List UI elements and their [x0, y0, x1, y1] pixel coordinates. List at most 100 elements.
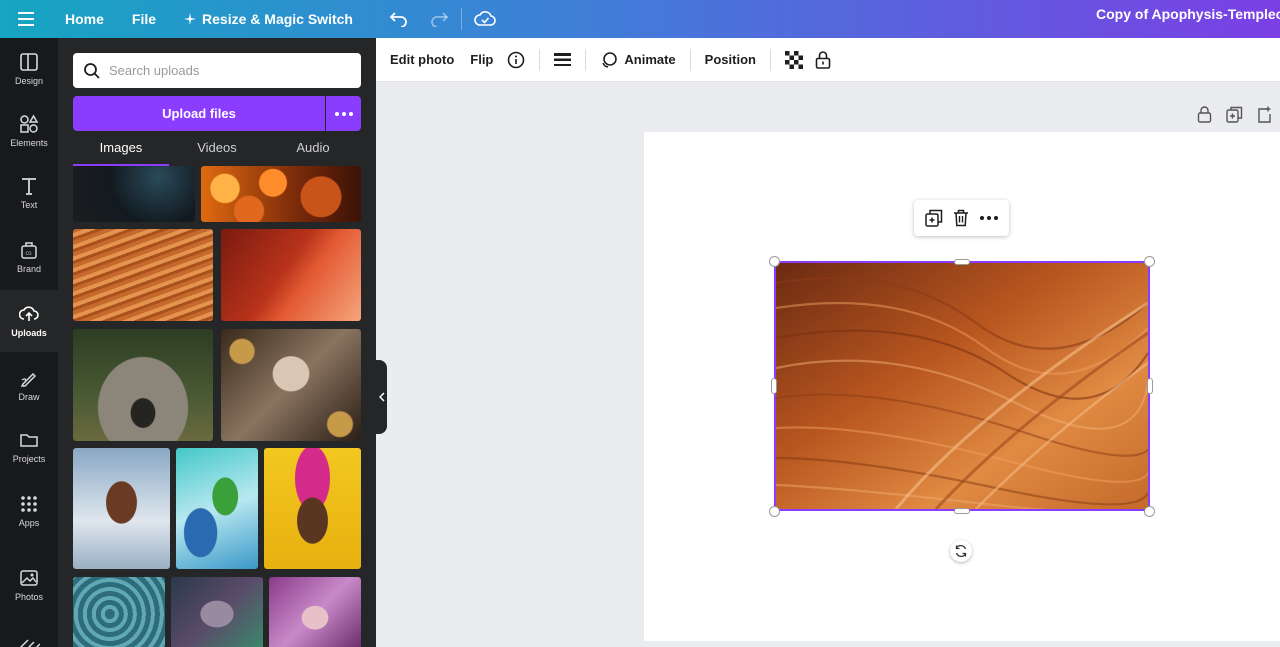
lock-icon[interactable]	[1197, 106, 1212, 123]
rail-item-text[interactable]: Text	[0, 162, 58, 224]
home-button[interactable]: Home	[65, 11, 104, 27]
search-box[interactable]	[73, 53, 361, 88]
border-lines-icon	[554, 52, 572, 66]
rail-label-projects: Projects	[12, 454, 46, 464]
cloud-check-icon	[474, 11, 496, 26]
rail-more-icon[interactable]	[18, 636, 40, 647]
upload-cloud-icon	[19, 306, 39, 321]
rail-label-design: Design	[14, 76, 43, 86]
upload-thumbnail[interactable]	[73, 577, 165, 647]
resize-handle-top[interactable]	[954, 259, 970, 265]
rotate-handle[interactable]	[950, 540, 972, 562]
upload-files-button[interactable]: Upload files	[73, 96, 325, 131]
document-title[interactable]: Copy of Apophysis-TempleofRo	[1096, 0, 1280, 38]
toolbar-divider	[769, 48, 771, 71]
duplicate-page-icon[interactable]	[1226, 106, 1243, 123]
upload-thumbnail[interactable]	[171, 577, 263, 647]
hamburger-menu-button[interactable]	[0, 0, 52, 38]
rail-item-elements[interactable]: Elements	[0, 100, 58, 162]
media-tabs: Images Videos Audio	[73, 136, 361, 166]
resize-handle-bottom[interactable]	[954, 508, 970, 514]
upload-more-button[interactable]	[326, 96, 361, 131]
resize-handle-top-left[interactable]	[769, 256, 780, 267]
resize-handle-right[interactable]	[1147, 378, 1153, 394]
upload-thumbnail[interactable]	[264, 448, 361, 569]
toolbar-divider	[539, 48, 541, 71]
tab-images[interactable]: Images	[73, 136, 169, 166]
undo-button[interactable]	[389, 11, 409, 27]
animate-button[interactable]: Animate	[600, 51, 676, 69]
more-dots-icon[interactable]	[979, 216, 998, 220]
toolbar-divider	[585, 48, 587, 71]
upload-thumbnail[interactable]	[221, 229, 361, 321]
upload-thumbnail[interactable]	[201, 166, 361, 222]
rotate-icon	[955, 544, 967, 558]
resize-button[interactable]: Resize & Magic Switch	[184, 11, 353, 27]
page-tools	[1197, 106, 1271, 123]
upload-thumbnail[interactable]	[221, 329, 361, 441]
rail-item-brand[interactable]: CO. Brand	[0, 226, 58, 288]
brand-icon: CO.	[21, 242, 37, 259]
top-bar: Home File Resize & Magic Switch Copy of …	[0, 0, 1280, 38]
resize-handle-bottom-right[interactable]	[1144, 506, 1155, 517]
rail-label-text: Text	[20, 200, 38, 210]
lock-icon	[815, 50, 831, 69]
upload-thumbnail[interactable]	[73, 166, 195, 222]
redo-button[interactable]	[429, 11, 449, 27]
rail-item-apps[interactable]: Apps	[0, 480, 58, 542]
duplicate-icon[interactable]	[925, 209, 943, 227]
topbar-divider	[460, 8, 462, 30]
rail-item-uploads[interactable]: Uploads	[0, 290, 58, 352]
rail-label-uploads: Uploads	[11, 328, 47, 338]
info-icon	[508, 51, 525, 68]
panel-collapse-button[interactable]	[376, 360, 387, 434]
image-icon	[20, 570, 38, 586]
animate-icon	[602, 51, 618, 68]
tab-audio[interactable]: Audio	[265, 136, 361, 166]
resize-label: Resize & Magic Switch	[202, 11, 353, 27]
more-dots-icon	[334, 111, 353, 116]
apps-grid-icon	[21, 496, 37, 512]
text-icon	[22, 178, 36, 195]
selected-canyon-image[interactable]	[774, 261, 1150, 511]
info-button[interactable]	[507, 51, 525, 69]
layout-icon	[20, 53, 38, 71]
pen-icon	[20, 372, 37, 387]
rail-item-draw[interactable]: Draw	[0, 354, 58, 416]
transparency-button[interactable]	[784, 50, 803, 69]
cloud-save-button[interactable]	[474, 10, 496, 28]
add-page-icon[interactable]	[1257, 106, 1271, 123]
upload-thumbnail[interactable]	[269, 577, 361, 647]
hamburger-icon	[18, 12, 34, 26]
edit-photo-button[interactable]: Edit photo	[390, 52, 454, 67]
position-button[interactable]: Position	[705, 52, 756, 67]
transparency-checker-icon	[784, 50, 803, 69]
resize-handle-top-right[interactable]	[1144, 256, 1155, 267]
element-action-bar	[914, 200, 1009, 236]
rail-item-design[interactable]: Design	[0, 38, 58, 100]
upload-thumbnail[interactable]	[176, 448, 258, 569]
folder-icon	[20, 434, 38, 447]
lock-button[interactable]	[815, 50, 831, 69]
resize-handle-bottom-left[interactable]	[769, 506, 780, 517]
resize-handle-left[interactable]	[771, 378, 777, 394]
rail-label-elements: Elements	[10, 138, 48, 148]
uploads-panel: Upload files Images Videos Audio	[58, 38, 376, 647]
border-style-button[interactable]	[554, 52, 572, 67]
upload-thumbnail[interactable]	[73, 229, 213, 321]
tab-videos[interactable]: Videos	[169, 136, 265, 166]
flip-button[interactable]: Flip	[470, 52, 493, 67]
rail-label-photos: Photos	[14, 592, 44, 602]
magic-wand-icon	[184, 13, 197, 25]
search-icon	[84, 62, 100, 79]
trash-icon[interactable]	[953, 209, 969, 227]
svg-text:CO.: CO.	[25, 251, 32, 256]
rail-item-projects[interactable]: Projects	[0, 416, 58, 478]
chevron-left-icon	[378, 392, 385, 402]
search-input[interactable]	[109, 63, 349, 78]
rail-item-photos[interactable]: Photos	[0, 554, 58, 616]
upload-thumbnail[interactable]	[73, 448, 170, 569]
file-menu-button[interactable]: File	[132, 11, 156, 27]
rail-label-draw: Draw	[18, 392, 40, 402]
upload-thumbnail[interactable]	[73, 329, 213, 441]
